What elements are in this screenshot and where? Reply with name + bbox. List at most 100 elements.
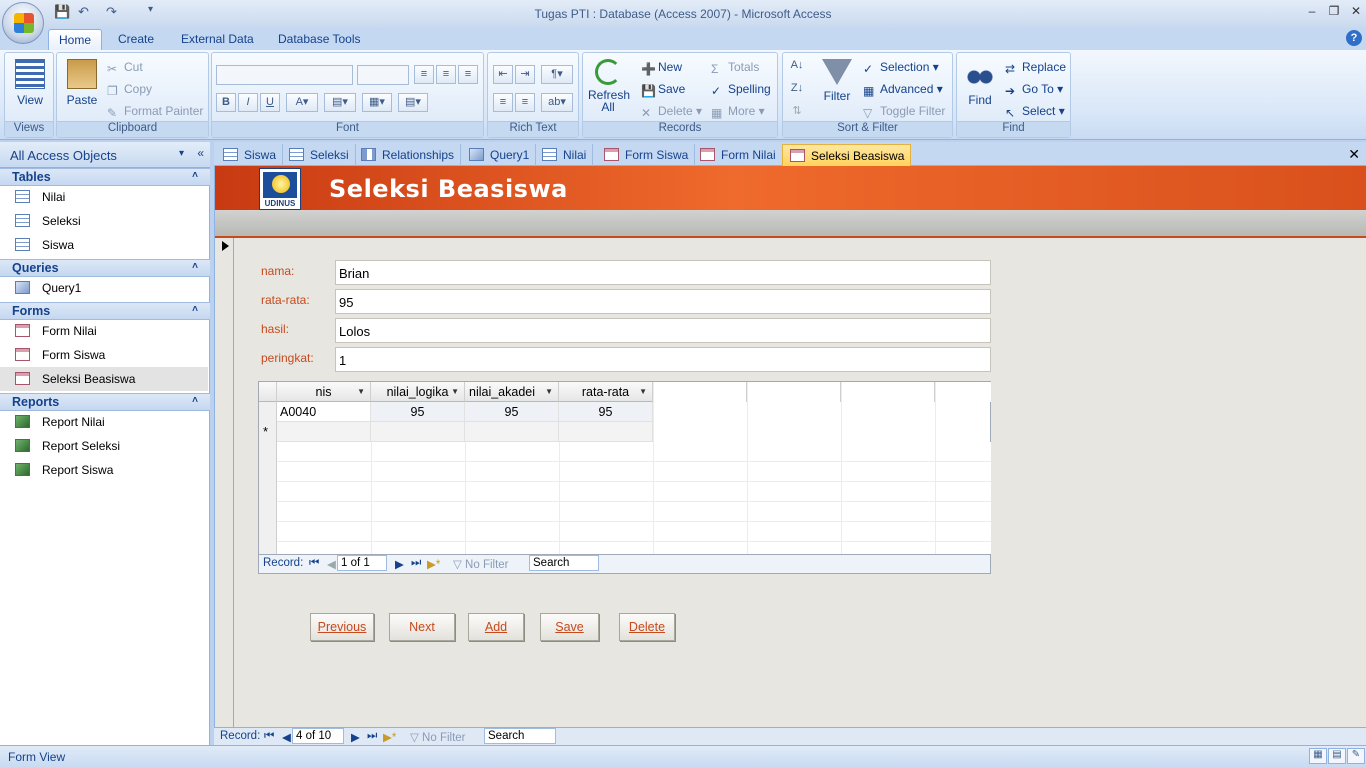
customize-qat-icon[interactable]: ▾ xyxy=(148,4,153,22)
tab-create[interactable]: Create xyxy=(108,29,164,50)
next-button[interactable]: Next xyxy=(389,613,455,641)
record-selector[interactable] xyxy=(215,238,234,727)
close-document-icon[interactable]: ✕ xyxy=(1348,146,1360,163)
last-record-icon[interactable]: ⏭ xyxy=(411,557,421,570)
no-filter-indicator[interactable]: ▽ No Filter xyxy=(453,557,509,571)
previous-button[interactable]: Previous xyxy=(310,613,374,641)
filter-button[interactable]: Filter xyxy=(817,59,857,103)
refresh-all-button[interactable]: Refresh All xyxy=(586,59,630,114)
subform-search-box[interactable]: Search xyxy=(529,555,599,571)
align-left-icon[interactable]: ≡ xyxy=(414,65,434,84)
first-record-icon[interactable]: ⏮ xyxy=(264,730,274,743)
spelling-button[interactable]: ✓ Spelling xyxy=(711,82,771,98)
nav-pane-header[interactable]: All Access Objects ▾ « xyxy=(0,142,210,168)
copy-button[interactable]: ❐ Copy xyxy=(107,82,152,98)
save-button[interactable]: Save xyxy=(540,613,599,641)
tab-database-tools[interactable]: Database Tools xyxy=(268,29,371,50)
font-color-icon[interactable]: A▾ xyxy=(286,93,318,112)
last-record-icon[interactable]: ⏭ xyxy=(367,730,377,743)
format-painter-button[interactable]: ✎ Format Painter xyxy=(107,104,203,120)
goto-button[interactable]: ➔ Go To ▾ xyxy=(1005,82,1063,98)
column-dropdown-icon[interactable]: ▼ xyxy=(451,387,459,396)
new-record-nav-icon[interactable]: ▶* xyxy=(383,730,396,744)
cut-button[interactable]: ✂ Cut xyxy=(107,60,143,76)
help-icon[interactable]: ? xyxy=(1346,30,1362,46)
hasil-field[interactable]: Lolos xyxy=(335,318,991,343)
selection-button[interactable]: ✓ Selection ▾ xyxy=(863,60,939,76)
view-button[interactable]: View xyxy=(11,59,49,107)
select-all-cell[interactable] xyxy=(259,382,277,402)
nav-item-report-siswa[interactable]: Report Siswa xyxy=(0,458,208,482)
alternate-fill-icon[interactable]: ▤▾ xyxy=(398,93,428,112)
nama-field[interactable]: Brian xyxy=(335,260,991,285)
record-position[interactable]: 4 of 10 xyxy=(292,728,344,744)
nav-section-reports[interactable]: Reports ˄ xyxy=(0,393,210,411)
font-family-select[interactable] xyxy=(216,65,353,85)
italic-icon[interactable]: I xyxy=(238,93,258,112)
nav-item-report-nilai[interactable]: Report Nilai xyxy=(0,410,208,434)
nav-item-form-nilai[interactable]: Form Nilai xyxy=(0,319,208,343)
office-button[interactable] xyxy=(2,2,44,44)
bold-icon[interactable]: B xyxy=(216,93,236,112)
delete-record-button[interactable]: ✕ Delete ▾ xyxy=(641,104,702,120)
minimize-button[interactable]: – xyxy=(1302,4,1322,20)
rata-rata-field[interactable]: 95 xyxy=(335,289,991,314)
cell-rata-rata[interactable]: 95 xyxy=(559,402,653,422)
delete-button[interactable]: Delete xyxy=(619,613,675,641)
toggle-filter-button[interactable]: ▽ Toggle Filter xyxy=(863,104,945,120)
cell-nis[interactable]: A0040 xyxy=(277,402,371,422)
sort-descending-icon[interactable]: Z↓ xyxy=(787,80,807,99)
nav-section-forms[interactable]: Forms ˄ xyxy=(0,302,210,320)
highlight-icon[interactable]: ab▾ xyxy=(541,93,573,112)
nav-item-query1[interactable]: Query1 xyxy=(0,276,208,300)
column-dropdown-icon[interactable]: ▼ xyxy=(639,387,647,396)
more-button[interactable]: ▦ More ▾ xyxy=(711,104,765,120)
doc-tab-siswa[interactable]: Siswa xyxy=(216,144,284,166)
column-header-nilai-logika[interactable]: nilai_logika ▼ xyxy=(371,382,465,402)
new-cell-nilai-akademik[interactable] xyxy=(465,422,559,442)
next-record-icon[interactable]: ▶ xyxy=(395,557,404,571)
clear-sort-icon[interactable]: ⇅ xyxy=(787,103,807,122)
prev-record-icon[interactable]: ◀ xyxy=(282,730,291,744)
paste-button[interactable]: Paste xyxy=(63,59,101,107)
doc-tab-form-nilai[interactable]: Form Nilai xyxy=(693,144,783,166)
doc-tab-seleksi[interactable]: Seleksi xyxy=(282,144,356,166)
doc-tab-nilai[interactable]: Nilai xyxy=(535,144,594,166)
record-search-box[interactable]: Search xyxy=(484,728,556,744)
column-header-nilai-akademik[interactable]: nilai_akadei ▼ xyxy=(465,382,559,402)
column-header-nis[interactable]: nis ▼ xyxy=(277,382,371,402)
align-center-icon[interactable]: ≡ xyxy=(436,65,456,84)
doc-tab-form-siswa[interactable]: Form Siswa xyxy=(597,144,696,166)
column-dropdown-icon[interactable]: ▼ xyxy=(545,387,553,396)
gridlines-icon[interactable]: ▦▾ xyxy=(362,93,392,112)
nav-item-form-siswa[interactable]: Form Siswa xyxy=(0,343,208,367)
no-filter-indicator[interactable]: ▽ No Filter xyxy=(410,730,466,744)
prev-record-icon[interactable]: ◀ xyxy=(327,557,336,571)
maximize-button[interactable]: ❐ xyxy=(1324,4,1344,20)
font-size-select[interactable] xyxy=(357,65,409,85)
save-record-button[interactable]: 💾 Save xyxy=(641,82,685,98)
nav-item-seleksi-beasiswa[interactable]: Seleksi Beasiswa xyxy=(0,367,208,391)
new-record-button[interactable]: ➕ New xyxy=(641,60,682,76)
save-icon[interactable]: 💾 xyxy=(54,4,70,22)
nav-item-siswa[interactable]: Siswa xyxy=(0,233,208,257)
table-row[interactable]: A0040 95 95 95 xyxy=(259,402,992,422)
align-right-icon[interactable]: ≡ xyxy=(458,65,478,84)
next-record-icon[interactable]: ▶ xyxy=(351,730,360,744)
peringkat-field[interactable]: 1 xyxy=(335,347,991,372)
nav-section-queries[interactable]: Queries ˄ xyxy=(0,259,210,277)
nav-section-tables[interactable]: Tables ˄ xyxy=(0,168,210,186)
column-dropdown-icon[interactable]: ▼ xyxy=(357,387,365,396)
close-window-button[interactable]: ✕ xyxy=(1346,4,1366,20)
totals-button[interactable]: Σ Totals xyxy=(711,60,759,76)
tab-external-data[interactable]: External Data xyxy=(171,29,264,50)
cell-nilai-akademik[interactable]: 95 xyxy=(465,402,559,422)
nav-menu-chevron-icon[interactable]: ▾ xyxy=(179,148,184,159)
nav-item-seleksi[interactable]: Seleksi xyxy=(0,209,208,233)
column-header-rata-rata[interactable]: rata-rata ▼ xyxy=(559,382,653,402)
select-button[interactable]: ↖ Select ▾ xyxy=(1005,104,1065,120)
cell-nilai-logika[interactable]: 95 xyxy=(371,402,465,422)
new-record-nav-icon[interactable]: ▶* xyxy=(427,557,440,571)
new-record-row[interactable]: * xyxy=(259,422,992,442)
tab-home[interactable]: Home xyxy=(48,29,103,50)
